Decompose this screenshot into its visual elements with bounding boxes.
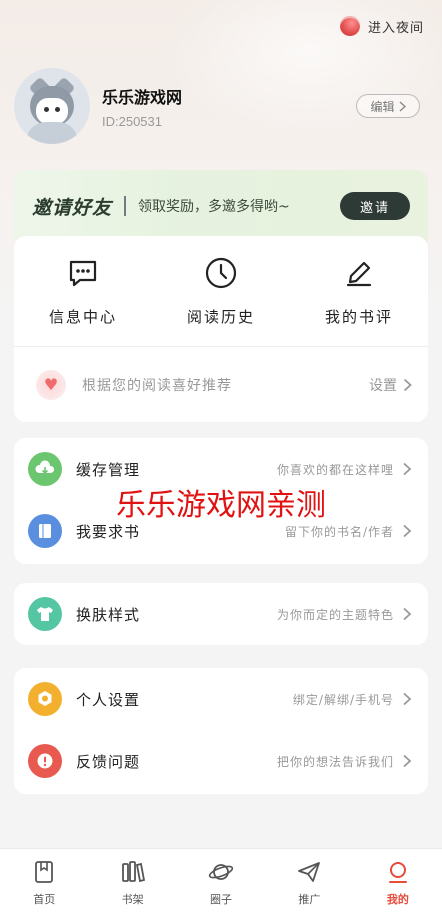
night-mode-label: 进入夜间 [367,20,424,36]
tab-promote[interactable]: 推广 [265,849,353,916]
home-icon [35,860,54,883]
edit-label: 编辑 [370,99,395,114]
chevron-right-icon [399,100,406,112]
menu-item-feedback[interactable]: 反馈问题 把你的想法告诉我们 [14,730,428,792]
profile-section: 乐乐游戏网 ID:250531 [14,68,182,144]
recommendation-row[interactable]: ♥ 根据您的阅读喜好推荐 设置 [14,347,428,422]
menu-item-personal-settings[interactable]: 个人设置 绑定/解绑/手机号 [14,668,428,730]
menu-item-desc: 留下你的书名/作者 [284,524,394,539]
menu-item-desc: 为你而定的主题特色 [276,607,394,622]
watermark-text: 乐乐游戏网亲测 [116,488,326,523]
heart-icon: ♥ [36,369,66,400]
chevron-right-icon [403,378,412,391]
menu-card-skin: 换肤样式 为你而定的主题特色 [14,583,428,645]
menu-item-label: 换肤样式 [76,605,141,624]
message-center-label: 信息中心 [48,307,117,326]
planet-icon [208,863,234,880]
tab-label: 圈子 [210,892,233,906]
avatar[interactable] [14,68,90,144]
invite-title: 邀请好友 [32,196,113,219]
clock-icon [205,257,237,288]
reading-history-button[interactable]: 阅读历史 [152,236,290,346]
menu-card-settings: 个人设置 绑定/解绑/手机号 反馈问题 把你的想法告诉我们 [14,668,428,794]
invite-button[interactable]: 邀请 [340,192,410,220]
recommendation-settings[interactable]: 设置 [369,375,412,395]
tab-label: 我的 [386,892,409,906]
moon-icon [339,16,360,36]
my-reviews-label: 我的书评 [324,307,393,326]
settings-label: 设置 [369,377,397,394]
my-reviews-button[interactable]: 我的书评 [290,236,428,346]
gear-icon [28,682,62,716]
bookshelf-icon [121,860,145,882]
tab-mine[interactable]: 我的 [354,849,442,916]
menu-item-label: 反馈问题 [76,752,141,771]
menu-item-desc: 你喜欢的都在这样哩 [276,462,394,477]
pencil-icon [346,261,372,286]
chevron-right-icon [403,754,412,768]
edit-profile-button[interactable]: 编辑 [356,94,420,118]
bottom-tab-bar: 首页 书架 圈子 推广 我的 [0,848,442,916]
menu-item-desc: 把你的想法告诉我们 [276,754,394,769]
menu-item-label: 缓存管理 [76,460,141,479]
tab-label: 推广 [298,892,321,906]
reading-history-label: 阅读历史 [186,307,255,326]
night-mode-toggle[interactable]: 进入夜间 [339,16,424,36]
invite-subtitle: 领取奖励，多邀多得哟~ [138,199,290,215]
tab-home[interactable]: 首页 [0,849,88,916]
menu-item-label: 个人设置 [76,690,141,709]
chevron-right-icon [403,524,412,538]
profile-name: 乐乐游戏网 [102,87,183,107]
profile-id: ID:250531 [102,113,162,129]
chevron-right-icon [403,462,412,476]
menu-item-skin[interactable]: 换肤样式 为你而定的主题特色 [14,583,428,645]
send-icon [298,861,321,882]
chevron-right-icon [403,607,412,621]
tab-label: 书架 [121,892,144,906]
menu-item-desc: 绑定/解绑/手机号 [292,692,394,707]
message-icon [69,260,97,286]
tab-label: 首页 [33,892,56,906]
quick-actions-card: 信息中心 阅读历史 我的书评 ♥ 根据您的阅读喜好推荐 设置 [14,236,428,422]
message-center-button[interactable]: 信息中心 [14,236,152,346]
chevron-right-icon [403,692,412,706]
invite-divider [124,196,127,216]
tab-bookshelf[interactable]: 书架 [88,849,176,916]
alert-icon [28,744,62,778]
tshirt-icon [28,597,62,631]
profile-icon [388,861,407,883]
invite-banner[interactable]: 邀请好友 领取奖励，多邀多得哟~ 邀请 [14,170,428,242]
recommendation-text: 根据您的阅读喜好推荐 [82,377,232,394]
tab-circle[interactable]: 圈子 [177,849,265,916]
